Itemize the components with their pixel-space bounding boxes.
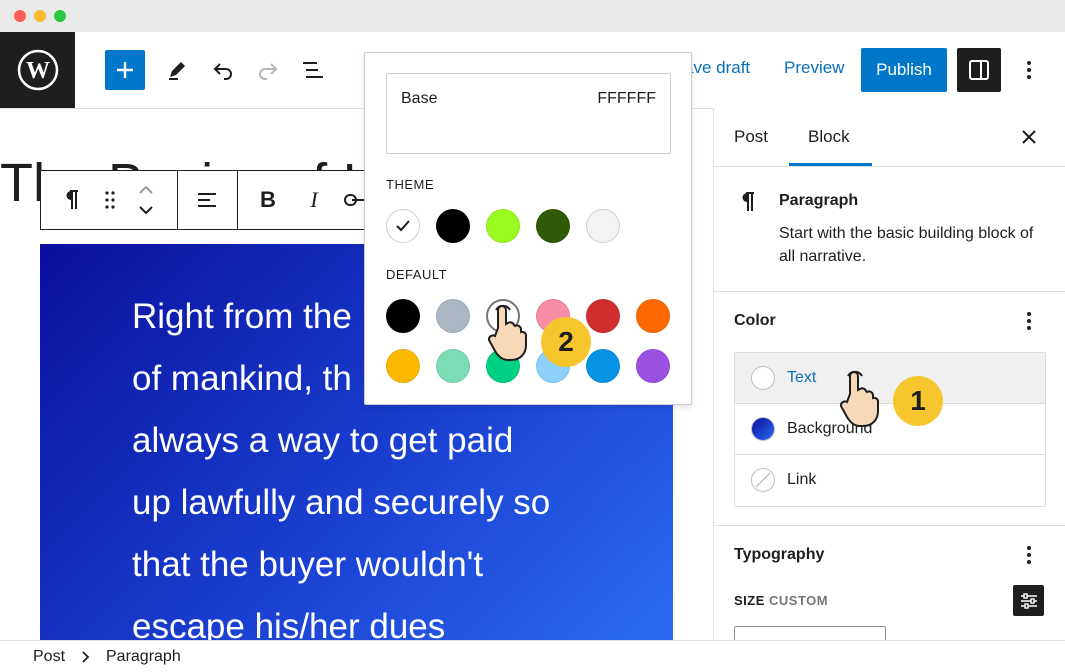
settings-toggle-button[interactable]	[957, 48, 1001, 92]
wordpress-logo-icon[interactable]: W	[0, 32, 75, 108]
color-swatch[interactable]	[636, 349, 670, 383]
chevron-right-icon	[80, 650, 90, 668]
breadcrumb-post[interactable]: Post	[33, 648, 65, 666]
bold-icon[interactable]: B	[251, 171, 285, 229]
color-swatch[interactable]	[586, 299, 620, 333]
move-up-down-icon[interactable]	[133, 171, 159, 229]
redo-icon[interactable]	[254, 32, 282, 108]
block-name: Paragraph	[779, 192, 859, 209]
divider	[713, 291, 1065, 292]
color-swatch[interactable]	[386, 349, 420, 383]
breadcrumb-paragraph[interactable]: Paragraph	[106, 648, 181, 666]
typography-options-icon[interactable]	[1024, 545, 1034, 567]
background-color-swatch	[751, 417, 775, 441]
publish-button[interactable]: Publish	[861, 48, 947, 92]
tab-block[interactable]: Block	[808, 108, 850, 166]
toolbar-divider	[177, 171, 178, 229]
text-color-item[interactable]: Text	[735, 353, 1045, 404]
document-overview-icon[interactable]	[299, 32, 327, 108]
color-swatch-selected[interactable]	[386, 209, 420, 243]
text-color-label: Text	[787, 369, 817, 386]
tab-post[interactable]: Post	[734, 108, 768, 166]
block-toolbar: B I	[40, 170, 378, 230]
close-icon[interactable]	[1018, 126, 1040, 148]
window-titlebar	[0, 0, 1065, 33]
color-swatch[interactable]	[486, 209, 520, 243]
maximize-window-button[interactable]	[54, 10, 66, 22]
selected-color-display[interactable]: Base FFFFFF	[386, 73, 671, 154]
color-swatch[interactable]	[536, 209, 570, 243]
hand-cursor-icon	[836, 366, 882, 428]
link-color-swatch	[751, 468, 775, 492]
divider	[713, 525, 1065, 526]
background-color-item[interactable]: Background	[735, 404, 1045, 455]
minimize-window-button[interactable]	[34, 10, 46, 22]
typography-panel-heading: Typography	[734, 546, 825, 563]
link-color-item[interactable]: Link	[735, 455, 1045, 505]
step-1-badge: 1	[893, 376, 943, 426]
font-size-label: SIZE CUSTOM	[734, 593, 828, 608]
checkmark-icon	[396, 220, 410, 232]
preview-link[interactable]: Preview	[784, 58, 844, 78]
paragraph-icon	[738, 190, 756, 219]
toolbar-divider	[237, 171, 238, 229]
selected-color-hex: FFFFFF	[597, 90, 656, 107]
color-options-icon[interactable]	[1024, 311, 1034, 333]
close-window-button[interactable]	[14, 10, 26, 22]
edit-tool-icon[interactable]	[163, 32, 191, 108]
block-description: Start with the basic building block of a…	[779, 225, 1034, 265]
theme-section-label: THEME	[386, 177, 434, 192]
hand-cursor-icon	[484, 300, 530, 362]
step-2-badge: 2	[541, 317, 591, 367]
more-options-icon[interactable]	[1018, 48, 1040, 92]
italic-icon[interactable]: I	[299, 171, 329, 229]
save-draft-link[interactable]: ave draft	[684, 58, 750, 78]
color-settings-list: Text Background Link	[734, 352, 1046, 507]
cover-line: that the buyer wouldn't	[132, 545, 484, 584]
paragraph-block-icon[interactable]	[51, 171, 91, 229]
size-custom-text: CUSTOM	[769, 593, 829, 608]
color-swatch[interactable]	[386, 299, 420, 333]
default-section-label: DEFAULT	[386, 267, 448, 282]
cover-line: always a way to get paid	[132, 421, 514, 460]
undo-icon[interactable]	[209, 32, 237, 108]
divider	[713, 166, 1065, 167]
color-swatch[interactable]	[636, 299, 670, 333]
size-label-text: SIZE	[734, 593, 765, 608]
selected-color-name: Base	[401, 90, 438, 107]
link-color-label: Link	[787, 471, 817, 488]
add-block-button[interactable]	[105, 50, 145, 90]
align-icon[interactable]	[189, 171, 225, 229]
color-swatch[interactable]	[436, 299, 470, 333]
color-swatch[interactable]	[586, 349, 620, 383]
text-color-swatch	[751, 366, 775, 390]
color-swatch[interactable]	[436, 209, 470, 243]
drag-handle-icon[interactable]	[96, 171, 124, 229]
cover-line: escape his/her dues	[132, 607, 446, 640]
breadcrumb: Post Paragraph	[0, 640, 1065, 672]
color-panel-heading: Color	[734, 312, 776, 329]
custom-size-toggle-icon[interactable]	[1013, 585, 1044, 616]
svg-text:W: W	[26, 58, 50, 84]
color-swatch[interactable]	[586, 209, 620, 243]
cover-line: up lawfully and securely so	[132, 483, 551, 522]
color-swatch[interactable]	[436, 349, 470, 383]
